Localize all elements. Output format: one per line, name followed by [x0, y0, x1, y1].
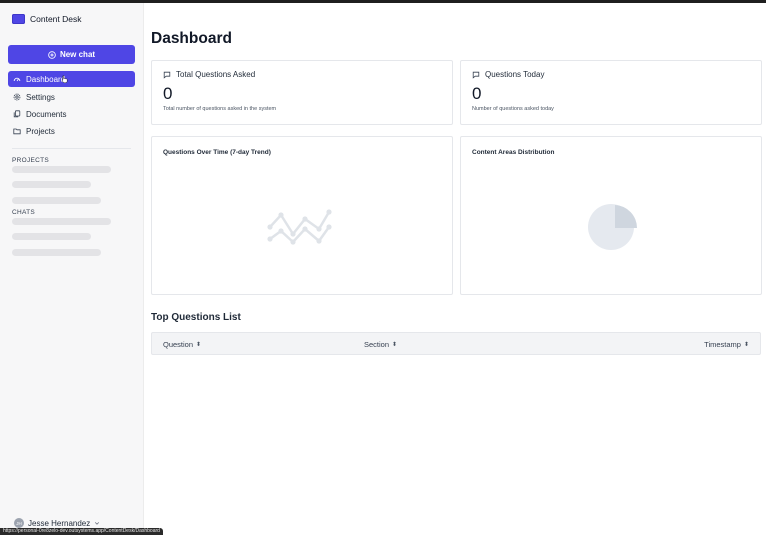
pie-chart-placeholder-icon [588, 204, 637, 250]
loading-placeholder [12, 218, 111, 225]
stat-card-questions-today: Questions Today 0 Number of questions as… [460, 60, 762, 125]
loading-placeholder [12, 197, 101, 204]
loading-placeholder [12, 233, 91, 240]
loading-placeholder [12, 166, 111, 173]
mouse-cursor-icon [62, 75, 68, 83]
gear-icon [13, 93, 21, 101]
sort-icon: ⬍ [392, 342, 398, 348]
brand[interactable]: Content Desk [12, 14, 82, 24]
sidebar-divider [12, 148, 131, 149]
chat-bubble-icon [472, 71, 480, 79]
top-questions-title: Top Questions List [151, 312, 241, 323]
stat-value: 0 [163, 84, 173, 103]
sidebar-item-dashboard[interactable]: Dashboard [8, 71, 135, 87]
stat-card-total-questions: Total Questions Asked 0 Total number of … [151, 60, 453, 125]
column-header-timestamp[interactable]: Timestamp ⬍ [704, 340, 749, 349]
loading-placeholder [12, 181, 91, 188]
app-logo-icon [12, 14, 25, 24]
chats-section-label: CHATS [12, 209, 36, 216]
sidebar-item-projects[interactable]: Projects [8, 123, 135, 139]
sort-icon: ⬍ [743, 342, 749, 348]
column-header-section[interactable]: Section ⬍ [364, 340, 397, 349]
stat-card-header: Total Questions Asked [163, 70, 255, 79]
chart-card-questions-over-time: Questions Over Time (7-day Trend) [151, 136, 453, 295]
page-title: Dashboard [151, 30, 232, 47]
stat-description: Total number of questions asked in the s… [163, 106, 277, 112]
folder-icon [13, 128, 21, 135]
sidebar-item-label: Settings [26, 92, 55, 102]
stat-label: Questions Today [485, 70, 545, 79]
status-bar-url: https://personal-0re8zelo-dev.outsystems… [0, 528, 163, 535]
chat-bubble-icon [163, 71, 171, 79]
app-name: Content Desk [30, 14, 82, 24]
documents-icon [13, 110, 21, 118]
new-chat-label: New chat [59, 50, 96, 59]
avatar: JH [14, 518, 24, 528]
stat-label: Total Questions Asked [176, 70, 256, 79]
stat-card-header: Questions Today [472, 70, 544, 79]
loading-placeholder [12, 249, 101, 256]
sidebar: Content Desk New chat Dashboard Settings… [0, 3, 144, 535]
line-chart-placeholder-icon [267, 209, 332, 245]
projects-section-label: PROJECTS [12, 157, 50, 164]
chart-card-content-areas: Content Areas Distribution [460, 136, 762, 295]
column-header-question[interactable]: Question ⬍ [163, 340, 201, 349]
plus-circle-icon [48, 50, 56, 59]
user-menu[interactable]: JH Jesse Hernandez [14, 518, 100, 528]
sidebar-item-documents[interactable]: Documents [8, 106, 135, 122]
new-chat-button[interactable]: New chat [8, 45, 135, 64]
sidebar-item-label: Documents [26, 109, 67, 119]
stat-description: Number of questions asked today [472, 106, 554, 112]
sidebar-item-label: Projects [26, 126, 55, 136]
chevron-down-icon [95, 522, 100, 525]
chart-title: Content Areas Distribution [472, 149, 555, 156]
user-name: Jesse Hernandez [28, 518, 91, 528]
sort-icon: ⬍ [196, 342, 202, 348]
sidebar-item-settings[interactable]: Settings [8, 89, 135, 105]
stat-value: 0 [472, 84, 482, 103]
gauge-icon [13, 77, 21, 82]
chart-title: Questions Over Time (7-day Trend) [163, 149, 271, 156]
main-content: Dashboard Total Questions Asked 0 Total … [144, 3, 766, 535]
table-header: Question ⬍ Section ⬍ Timestamp ⬍ [151, 332, 761, 355]
sidebar-item-label: Dashboard [26, 74, 66, 84]
